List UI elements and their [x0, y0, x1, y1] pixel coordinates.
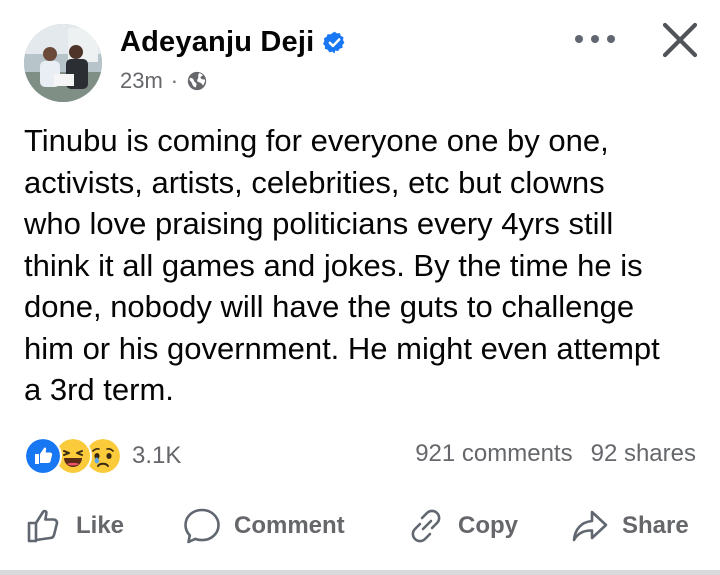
globe-icon — [187, 71, 207, 91]
reaction-count: 3.1K — [132, 442, 182, 469]
meta-separator: · — [170, 68, 179, 93]
post-stats: 3.1K 921 comments 92 shares — [0, 430, 720, 478]
like-button[interactable]: Like — [24, 506, 124, 546]
post-text: Tinubu is coming for everyone one by one… — [24, 123, 660, 407]
reactions-summary[interactable]: 3.1K — [24, 437, 181, 475]
more-options-icon[interactable] — [570, 22, 620, 56]
share-label: Share — [622, 512, 689, 539]
share-button[interactable]: Share — [570, 506, 689, 546]
copy-label: Copy — [458, 512, 518, 539]
comment-icon — [184, 508, 220, 544]
link-icon — [411, 509, 441, 543]
comment-button[interactable]: Comment — [182, 506, 345, 546]
copy-button[interactable]: Copy — [406, 506, 518, 546]
comment-label: Comment — [234, 512, 345, 539]
bottom-divider — [0, 570, 720, 575]
post-header: Adeyanju Deji 23m · — [0, 0, 720, 110]
like-icon — [24, 437, 62, 475]
verified-badge-icon — [323, 31, 345, 54]
like-outline-icon — [27, 509, 59, 543]
share-icon — [572, 510, 608, 542]
author-name[interactable]: Adeyanju Deji — [120, 26, 314, 59]
like-label: Like — [76, 512, 125, 539]
comments-count[interactable]: 921 comments — [415, 440, 572, 468]
post-meta: 23m · — [120, 68, 208, 94]
post-time[interactable]: 23m — [120, 68, 163, 94]
author-avatar[interactable] — [24, 24, 102, 102]
engagement-counts: 921 comments 92 shares — [415, 440, 696, 468]
shares-count[interactable]: 92 shares — [591, 440, 696, 468]
close-icon[interactable] — [656, 16, 704, 64]
author-line: Adeyanju Deji — [120, 26, 347, 59]
post-actions: Like Comment Copy Share — [0, 496, 720, 564]
